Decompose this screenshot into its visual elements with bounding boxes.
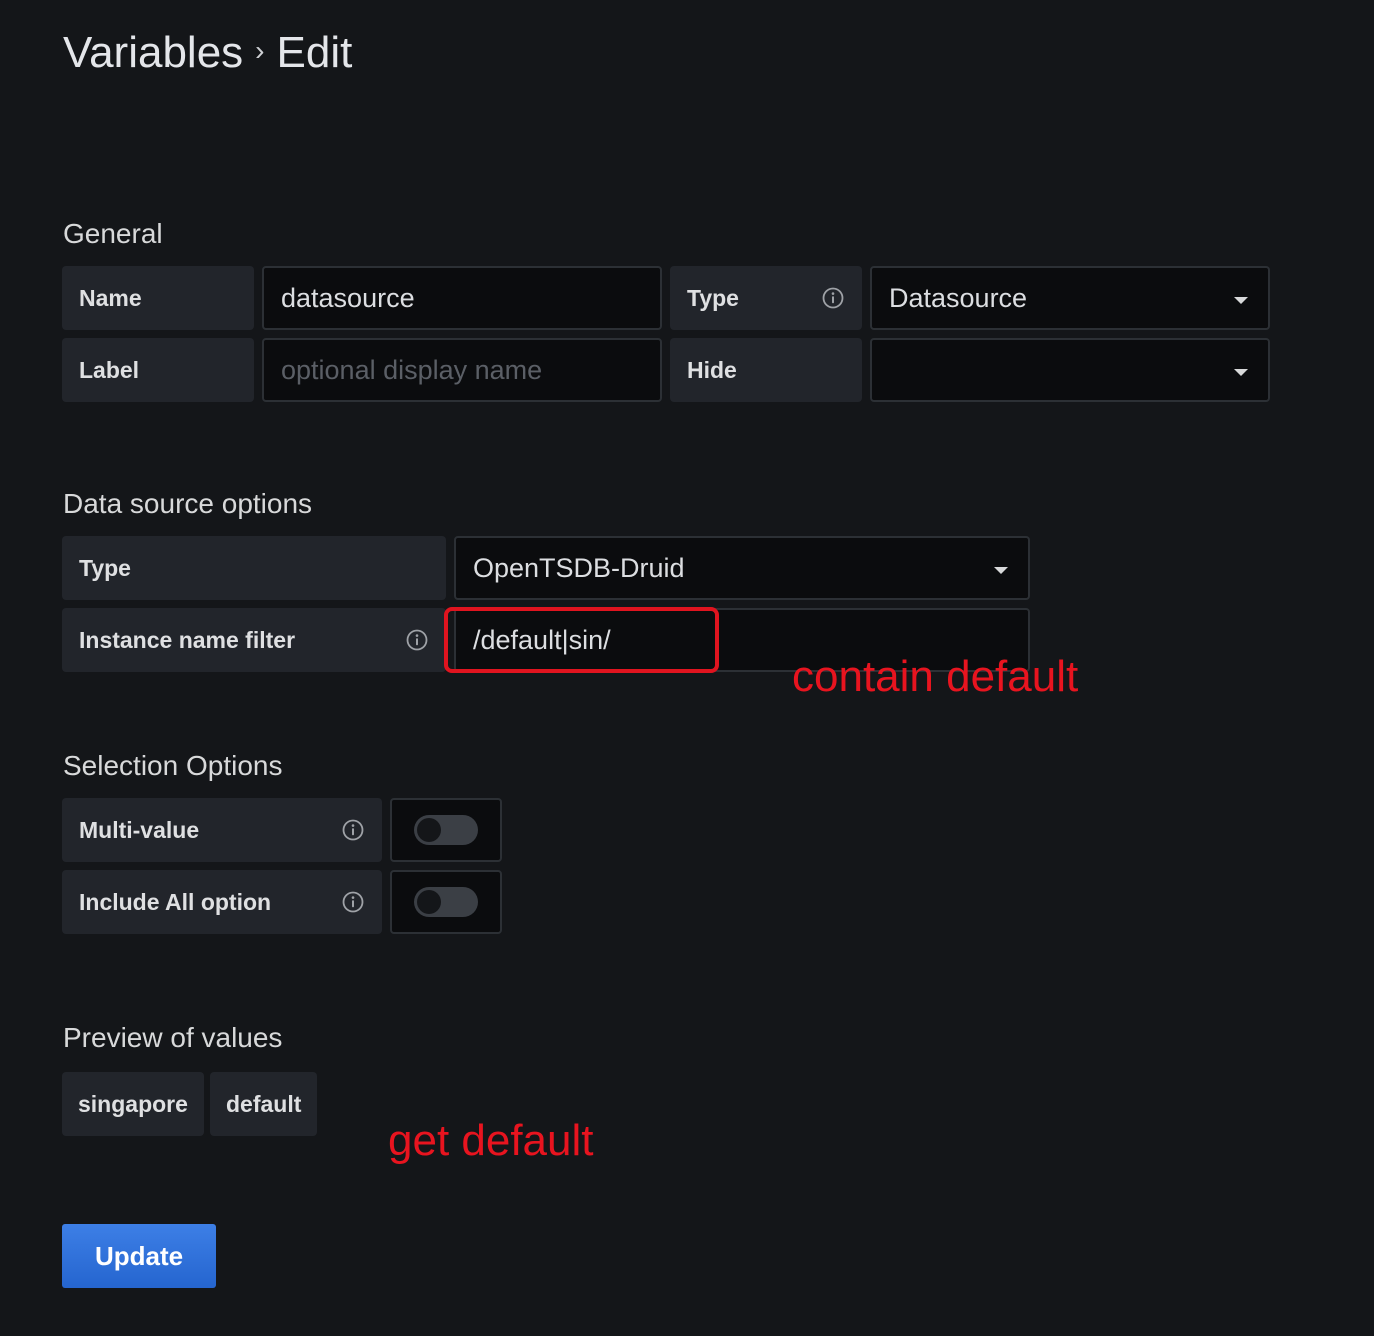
info-circle-icon[interactable] bbox=[342, 819, 364, 841]
caret-down-icon bbox=[994, 567, 1008, 574]
display-label-input[interactable]: optional display name bbox=[262, 338, 662, 402]
variable-type-select[interactable]: Datasource bbox=[870, 266, 1270, 330]
filter-highlight-box bbox=[444, 607, 719, 673]
datasource-type-select[interactable]: OpenTSDB-Druid bbox=[454, 536, 1030, 600]
caret-down-icon bbox=[1234, 297, 1248, 304]
toggle-track bbox=[414, 815, 478, 845]
section-title-preview-of-values: Preview of values bbox=[63, 1022, 283, 1053]
toggle-track bbox=[414, 887, 478, 917]
name-input[interactable]: datasource bbox=[262, 266, 662, 330]
section-title-general: General bbox=[63, 218, 163, 249]
multi-value-label: Multi-value bbox=[62, 798, 382, 862]
breadcrumb-current: Edit bbox=[276, 28, 353, 77]
annotation-filter-note: contain default bbox=[792, 652, 1079, 701]
breadcrumb-parent[interactable]: Variables bbox=[63, 28, 243, 78]
preview-value-chip: default bbox=[210, 1072, 318, 1136]
toggle-knob bbox=[417, 890, 441, 914]
toggle-knob bbox=[417, 818, 441, 842]
display-label-label: Label bbox=[62, 338, 254, 402]
hide-label: Hide bbox=[670, 338, 862, 402]
caret-down-icon bbox=[1234, 369, 1248, 376]
info-circle-icon[interactable] bbox=[406, 629, 428, 651]
datasource-type-label: Type bbox=[62, 536, 446, 600]
hide-select[interactable] bbox=[870, 338, 1270, 402]
info-circle-icon[interactable] bbox=[822, 287, 844, 309]
page-title: Variables › Edit bbox=[63, 28, 352, 78]
breadcrumb-separator-icon: › bbox=[255, 35, 265, 66]
instance-name-filter-label: Instance name filter bbox=[62, 608, 446, 672]
include-all-option-toggle[interactable] bbox=[390, 870, 502, 934]
variable-type-label: Type bbox=[670, 266, 862, 330]
preview-value-chip: singapore bbox=[62, 1072, 204, 1136]
include-all-option-label: Include All option bbox=[62, 870, 382, 934]
info-circle-icon[interactable] bbox=[342, 891, 364, 913]
annotation-preview-note: get default bbox=[388, 1116, 594, 1165]
section-title-selection-options: Selection Options bbox=[63, 750, 283, 781]
multi-value-toggle[interactable] bbox=[390, 798, 502, 862]
name-label: Name bbox=[62, 266, 254, 330]
section-title-data-source-options: Data source options bbox=[63, 488, 313, 519]
update-button[interactable]: Update bbox=[62, 1224, 216, 1288]
